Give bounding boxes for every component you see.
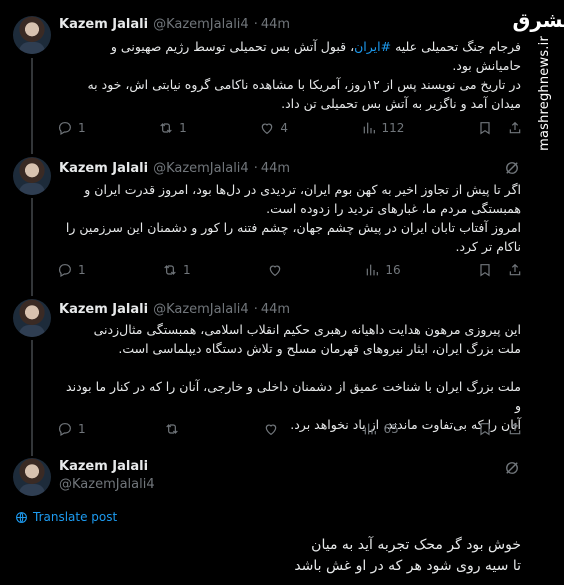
author-name[interactable]: Kazem Jalali [59,459,155,474]
globe-icon [16,511,27,523]
grok-icon[interactable] [503,459,521,477]
tweet-4-focused[interactable]: Kazem Jalali @KazemJalali4 Translate pos… [0,0,530,585]
watermark-site: mashreghnews.ir [536,36,552,151]
translate-post-link[interactable]: Translate post [15,510,117,524]
tweet-header: Kazem Jalali @KazemJalali4 [59,459,155,492]
avatar[interactable] [13,458,51,496]
tweet-text: خوش بود گر محک تجربه آید به میان تا سیه … [294,537,521,574]
author-handle[interactable]: @KazemJalali4 [59,477,155,492]
mashregh-watermark: مشرق mashreghnews.ir [512,0,564,185]
